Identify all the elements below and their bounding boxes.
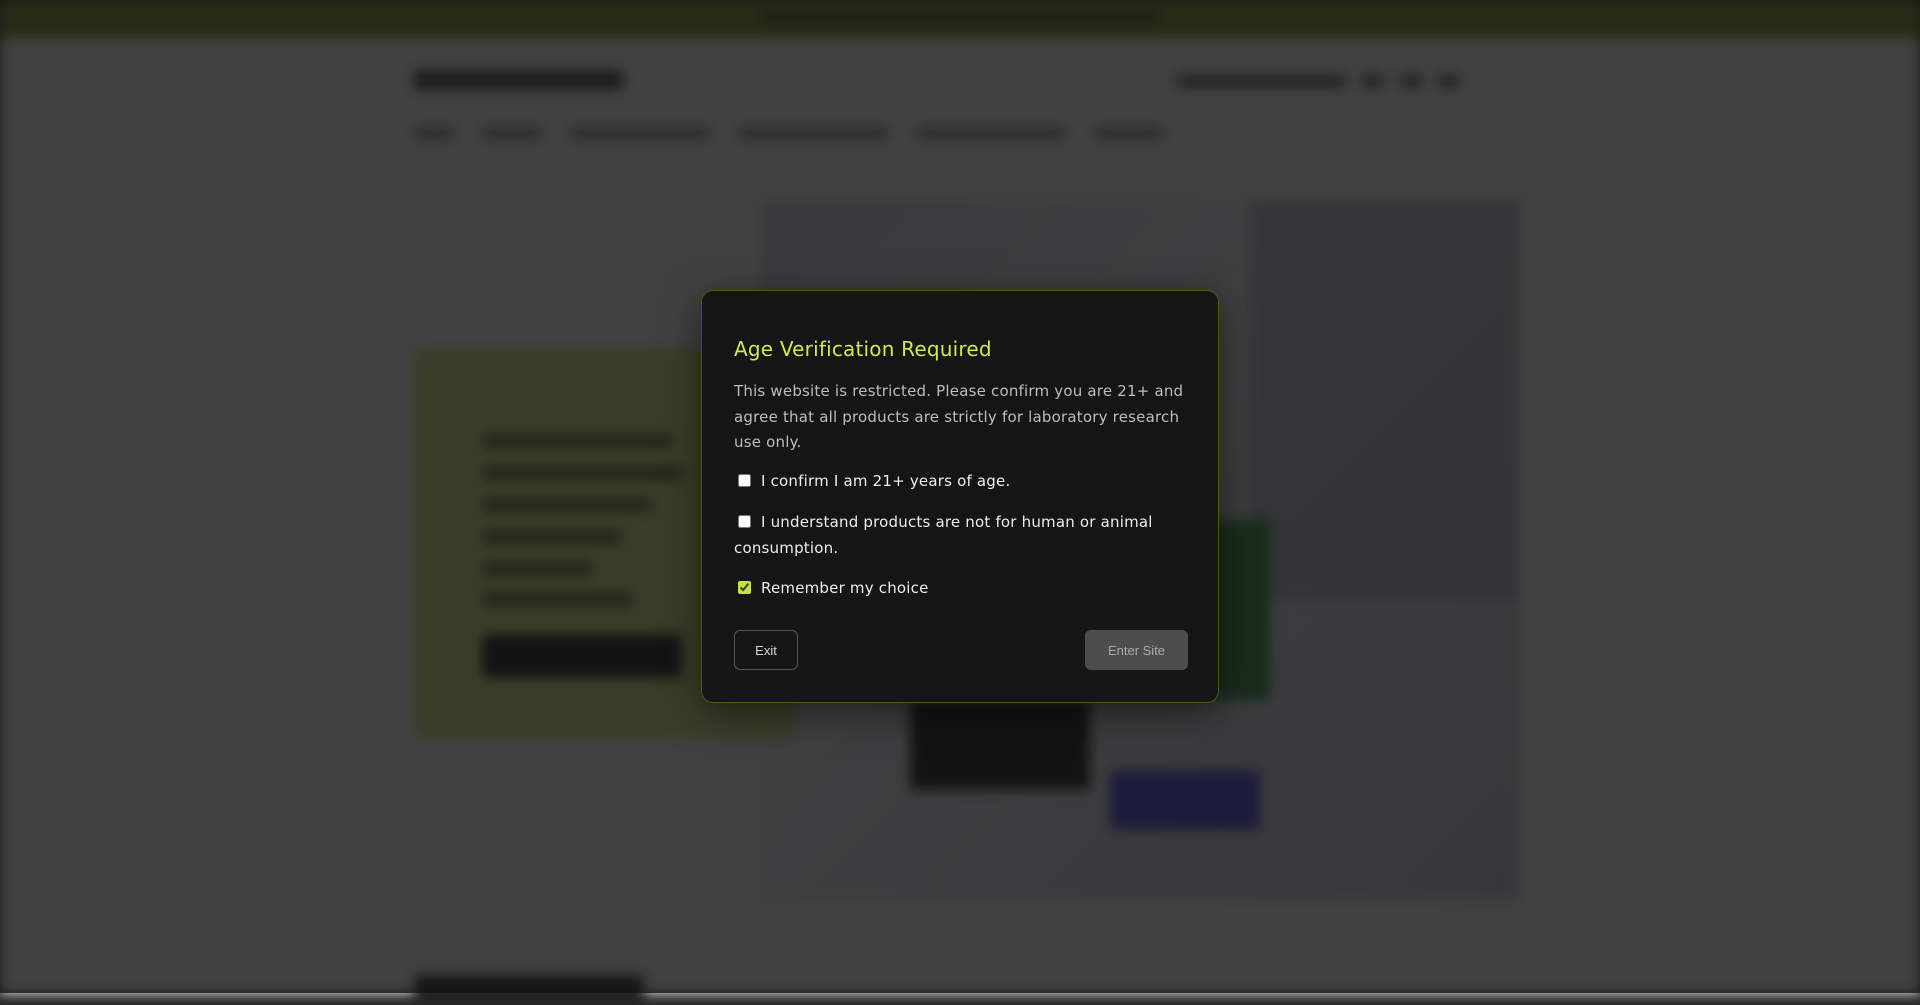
remember-choice-label: Remember my choice [761,579,929,597]
not-for-consumption-label: I understand products are not for human … [734,513,1153,557]
remember-choice-option[interactable]: Remember my choice [734,576,1190,602]
confirm-age-option[interactable]: I confirm I am 21+ years of age. [734,469,1190,495]
modal-title: Age Verification Required [734,337,992,361]
confirm-age-label: I confirm I am 21+ years of age. [761,472,1011,490]
modal-description: This website is restricted. Please confi… [734,382,1184,451]
age-verification-modal: Age Verification Required This website i… [701,290,1219,703]
confirm-age-checkbox[interactable] [738,474,751,487]
remember-choice-checkbox[interactable] [738,581,751,594]
enter-site-button[interactable]: Enter Site [1085,630,1188,670]
exit-button[interactable]: Exit [734,630,798,670]
not-for-consumption-option[interactable]: I understand products are not for human … [734,510,1190,561]
not-for-consumption-checkbox[interactable] [738,515,751,528]
